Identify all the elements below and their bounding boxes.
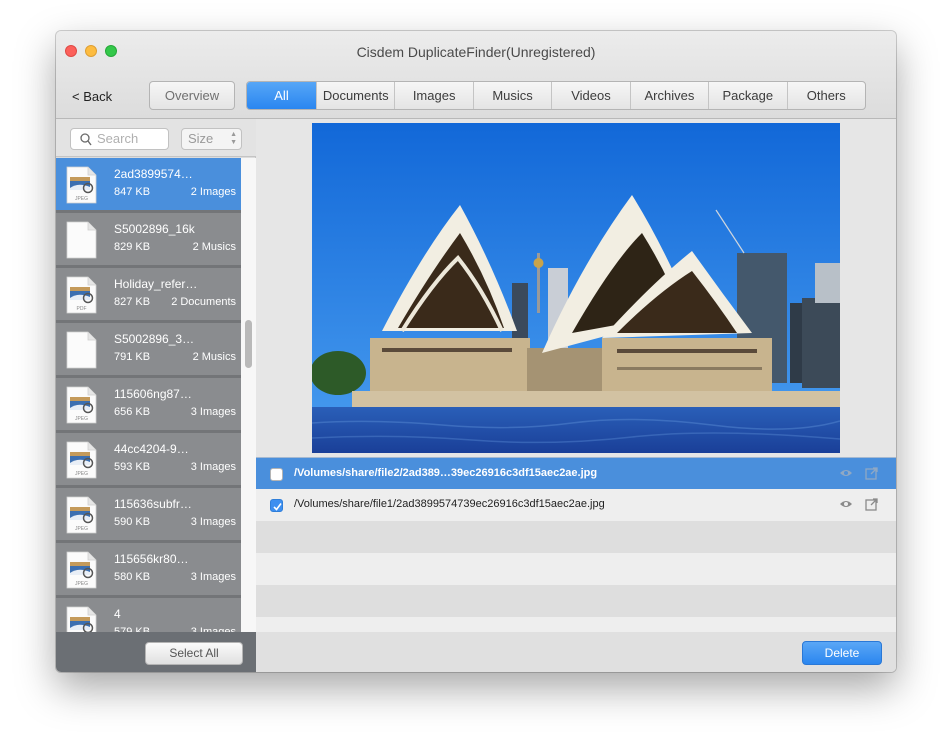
group-size: 590 KB — [114, 516, 151, 528]
svg-text:JPEG: JPEG — [75, 471, 88, 477]
sidebar-toolbar: Search Size ▲ ▼ — [56, 119, 256, 157]
svg-text:JPEG: JPEG — [75, 196, 88, 202]
group-size: 829 KB — [114, 241, 151, 253]
group-size: 847 KB — [114, 186, 151, 198]
group-size: 791 KB — [114, 351, 151, 363]
duplicate-group-item[interactable]: JPEG 44cc4204-9… 593 KB 3 Images — [56, 433, 241, 488]
image-file-icon: JPEG — [66, 386, 97, 424]
group-size: 827 KB — [114, 296, 151, 308]
main-panel: /Volumes/share/file2/2ad389…39ec26916c3d… — [256, 119, 896, 672]
preview-eye-icon[interactable] — [839, 499, 853, 509]
empty-row — [256, 585, 896, 617]
window-title: Cisdem DuplicateFinder(Unregistered) — [356, 44, 596, 60]
open-external-icon[interactable] — [865, 467, 878, 480]
group-name: S5002896_3… — [114, 332, 195, 346]
group-count: 3 Images — [190, 406, 236, 418]
file-checkbox[interactable] — [270, 499, 283, 512]
file-row[interactable]: /Volumes/share/file1/2ad3899574739ec2691… — [256, 489, 896, 521]
image-preview — [312, 123, 840, 453]
group-count: 3 Images — [190, 571, 236, 583]
app-window: Cisdem DuplicateFinder(Unregistered) < B… — [56, 31, 896, 672]
duplicate-group-list: JPEG 2ad3899574… 847 KB 2 Images S500289… — [56, 158, 241, 632]
group-name: 4 — [114, 607, 121, 621]
back-button[interactable]: < Back — [72, 89, 112, 104]
group-name: 115636subfr… — [114, 497, 192, 511]
file-list: /Volumes/share/file2/2ad389…39ec26916c3d… — [256, 457, 896, 633]
duplicate-group-item[interactable]: PDF Holiday_refer… 827 KB 2 Documents — [56, 268, 241, 323]
empty-row — [256, 617, 896, 633]
group-name: 2ad3899574… — [114, 167, 193, 181]
search-input[interactable]: Search — [70, 128, 169, 150]
duplicate-group-item[interactable]: S5002896_3… 791 KB 2 Musics — [56, 323, 241, 378]
file-path: /Volumes/share/file2/2ad389…39ec26916c3d… — [294, 467, 598, 479]
category-tabs: All Documents Images Musics Videos Archi… — [246, 81, 866, 110]
svg-text:JPEG: JPEG — [75, 526, 88, 532]
duplicate-group-item[interactable]: JPEG 4 579 KB 3 Images — [56, 598, 241, 632]
file-checkbox[interactable] — [270, 468, 283, 481]
group-name: Holiday_refer… — [114, 277, 198, 291]
search-icon — [80, 133, 92, 146]
group-count: 2 Images — [190, 186, 236, 198]
group-name: 44cc4204-9… — [114, 442, 189, 456]
checkmark-icon — [273, 503, 282, 511]
scrollbar-thumb[interactable] — [245, 320, 252, 368]
tab-musics[interactable]: Musics — [472, 82, 551, 109]
open-external-icon[interactable] — [865, 498, 878, 511]
duplicate-group-item[interactable]: JPEG 115636subfr… 590 KB 3 Images — [56, 488, 241, 543]
image-file-icon: JPEG — [66, 606, 97, 632]
image-file-icon: PDF — [66, 276, 97, 314]
svg-text:JPEG: JPEG — [75, 416, 88, 422]
svg-text:PDF: PDF — [77, 306, 87, 312]
list-scrollbar[interactable] — [241, 158, 256, 632]
delete-button[interactable]: Delete — [802, 641, 882, 665]
group-count: 3 Images — [190, 516, 236, 528]
sort-select[interactable]: Size ▲ ▼ — [181, 128, 242, 150]
svg-text:JPEG: JPEG — [75, 581, 88, 587]
duplicate-group-item[interactable]: JPEG 115656kr80… 580 KB 3 Images — [56, 543, 241, 598]
tab-archives[interactable]: Archives — [629, 82, 708, 109]
image-file-icon: JPEG — [66, 496, 97, 534]
image-file-icon: JPEG — [66, 551, 97, 589]
duplicate-group-item[interactable]: S5002896_16k 829 KB 2 Musics — [56, 213, 241, 268]
group-name: 115606ng87… — [114, 387, 192, 401]
file-row[interactable]: /Volumes/share/file2/2ad389…39ec26916c3d… — [256, 457, 896, 489]
sidebar-footer: Select All — [56, 632, 256, 672]
tab-others[interactable]: Others — [786, 82, 865, 109]
empty-row — [256, 521, 896, 553]
group-name: 115656kr80… — [114, 552, 189, 566]
group-count: 2 Musics — [192, 241, 236, 253]
empty-row — [256, 553, 896, 585]
tab-all[interactable]: All — [247, 82, 316, 109]
duplicate-group-item[interactable]: JPEG 115606ng87… 656 KB 3 Images — [56, 378, 241, 433]
file-path: /Volumes/share/file1/2ad3899574739ec2691… — [294, 498, 605, 510]
group-count: 2 Musics — [192, 351, 236, 363]
sort-select-value: Size — [188, 131, 214, 146]
group-count: 3 Images — [190, 461, 236, 473]
blank-file-icon — [66, 221, 97, 259]
tab-documents[interactable]: Documents — [316, 82, 394, 109]
group-name: S5002896_16k — [114, 222, 195, 236]
group-size: 656 KB — [114, 406, 151, 418]
group-count: 2 Documents — [171, 296, 236, 308]
titlebar: Cisdem DuplicateFinder(Unregistered) < B… — [56, 31, 896, 119]
tab-images[interactable]: Images — [394, 82, 472, 109]
image-file-icon: JPEG — [66, 441, 97, 479]
tab-package[interactable]: Package — [708, 82, 786, 109]
search-placeholder: Search — [97, 131, 139, 146]
overview-button[interactable]: Overview — [149, 81, 235, 110]
group-size: 580 KB — [114, 571, 151, 583]
select-all-button[interactable]: Select All — [145, 642, 243, 665]
stepper-arrows-icon: ▲ ▼ — [230, 131, 237, 146]
tab-videos[interactable]: Videos — [551, 82, 629, 109]
sidebar: Search Size ▲ ▼ JPEG 2ad3899574… 847 KB 2… — [56, 119, 256, 672]
preview-eye-icon[interactable] — [839, 468, 853, 478]
blank-file-icon — [66, 331, 97, 369]
image-file-icon: JPEG — [66, 166, 97, 204]
main-footer: Delete — [256, 632, 896, 672]
duplicate-group-item[interactable]: JPEG 2ad3899574… 847 KB 2 Images — [56, 158, 241, 213]
group-size: 593 KB — [114, 461, 151, 473]
